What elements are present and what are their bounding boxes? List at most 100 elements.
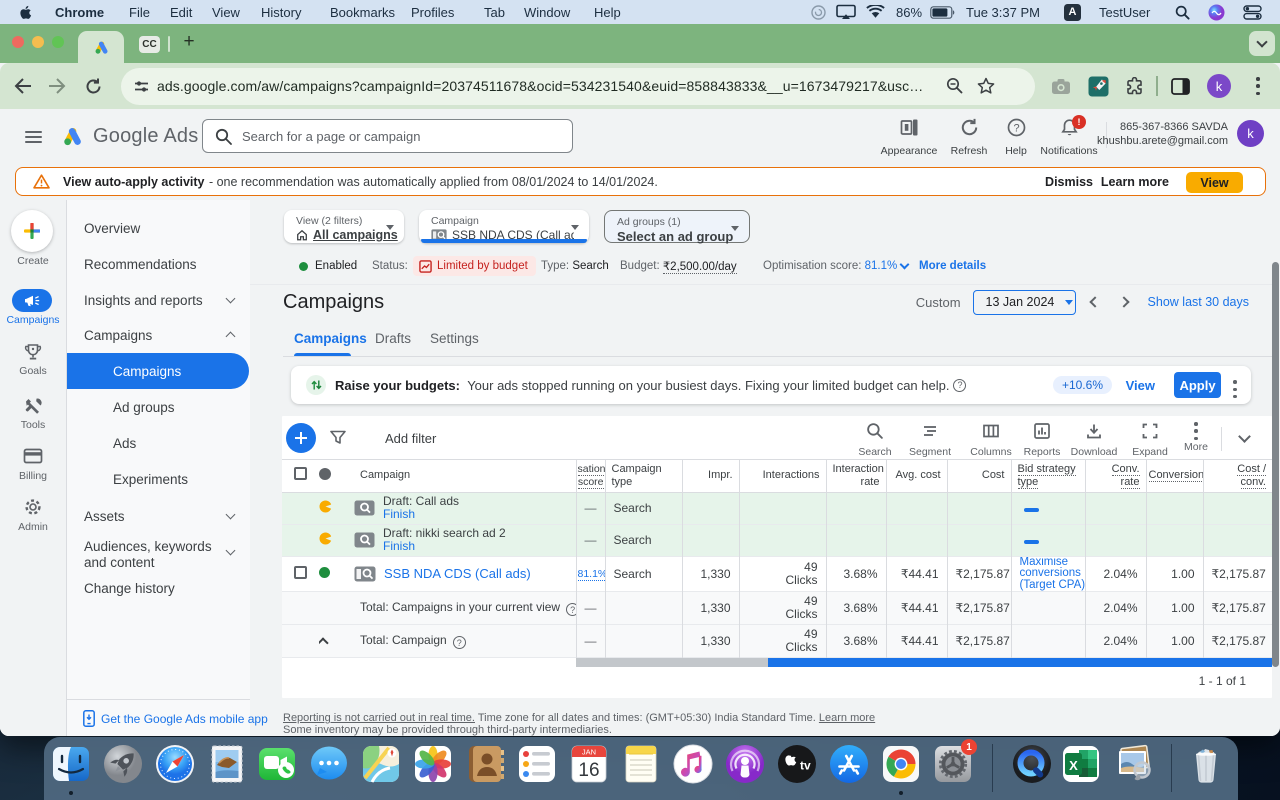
recommendation-view-link[interactable]: View	[1126, 378, 1155, 393]
date-picker[interactable]: 13 Jan 2024	[973, 290, 1076, 315]
dock-calendar-icon[interactable]: JAN16	[567, 742, 611, 786]
side-panel-icon[interactable]	[1165, 71, 1195, 101]
col-campaign-type[interactable]: Campaign type	[605, 460, 682, 492]
expand-button[interactable]: Expand	[1124, 422, 1176, 458]
url-text[interactable]: ads.google.com/aw/campaigns?campaignId=2…	[157, 78, 947, 94]
extensions-puzzle-icon[interactable]	[1119, 71, 1149, 101]
col-opt-score[interactable]: sationscore	[576, 460, 605, 492]
zoom-icon[interactable]	[939, 71, 969, 101]
active-pinned-tab[interactable]	[78, 31, 124, 63]
download-button[interactable]: Download	[1068, 422, 1120, 458]
reload-button[interactable]	[78, 71, 108, 101]
add-filter-label[interactable]: Add filter	[385, 431, 436, 446]
nav-recommendations[interactable]: Recommendations	[84, 257, 197, 272]
google-ads-logo[interactable]	[61, 125, 84, 153]
admin-gear-icon[interactable]	[23, 497, 43, 517]
col-conversions[interactable]: Conversions	[1146, 460, 1203, 492]
siri-icon[interactable]	[1208, 0, 1225, 24]
show-last-30-days-link[interactable]: Show last 30 days	[1148, 295, 1249, 309]
dock-maps-icon[interactable]	[359, 742, 403, 786]
prev-date-button[interactable]	[1089, 296, 1100, 307]
dock-appstore-icon[interactable]	[827, 742, 871, 786]
dock-reminders-icon[interactable]	[515, 742, 559, 786]
appearance-button[interactable]: Appearance	[877, 118, 941, 157]
campaign-name-link[interactable]: SSB NDA CDS (Call ads)	[384, 566, 531, 581]
learn-more-button[interactable]: Learn more	[1101, 175, 1169, 189]
create-button[interactable]	[11, 210, 53, 252]
table-horizontal-scrollbar[interactable]	[576, 658, 1272, 667]
dock-quicktime-icon[interactable]	[1010, 742, 1054, 786]
opt-score-value[interactable]: 81.1%	[578, 568, 606, 581]
recording-indicator-icon[interactable]	[810, 0, 827, 24]
bookmark-star-icon[interactable]	[971, 71, 1001, 101]
nav-experiments[interactable]: Experiments	[113, 472, 188, 487]
segment-button[interactable]: Segment	[904, 422, 956, 458]
finish-link[interactable]: Finish	[383, 540, 506, 553]
account-info[interactable]: 865-367-8366 SAVDA khushbu.arete@gmail.c…	[1097, 120, 1228, 148]
banner-view-button[interactable]: View	[1186, 172, 1243, 193]
menu-bookmarks[interactable]: Bookmarks	[330, 0, 395, 24]
tab-drafts[interactable]: Drafts	[375, 331, 411, 346]
next-date-button[interactable]	[1118, 296, 1129, 307]
forward-button[interactable]	[42, 71, 72, 101]
status-badge-wrap[interactable]: Limited by budget	[413, 256, 536, 276]
finish-link[interactable]: Finish	[383, 508, 459, 521]
table-search-button[interactable]: Search	[849, 422, 901, 458]
browser-profile-avatar[interactable]: k	[1207, 74, 1231, 98]
ad-group-dropdown[interactable]: Ad groups (1) Select an ad group	[604, 210, 750, 243]
col-interactions[interactable]: Interactions	[739, 460, 826, 492]
window-close-button[interactable]	[12, 36, 24, 48]
col-cost[interactable]: Cost	[947, 460, 1011, 492]
goals-trophy-icon[interactable]	[23, 342, 43, 362]
mobile-app-promo[interactable]: Get the Google Ads mobile app	[83, 710, 268, 727]
screenshot-camera-icon[interactable]	[1046, 71, 1076, 101]
menu-clock[interactable]: Tue 3:37 PM	[966, 0, 1040, 24]
nav-campaigns-selected[interactable]: Campaigns	[67, 353, 249, 389]
col-bid-strategy[interactable]: Bid strategytype	[1011, 460, 1085, 492]
reporting-link[interactable]: Reporting is not carried out in real tim…	[283, 712, 475, 724]
dismiss-button[interactable]: Dismiss	[1045, 175, 1093, 189]
window-minimize-button[interactable]	[32, 36, 44, 48]
pinned-tab-cc[interactable]: CC	[139, 36, 160, 53]
input-source-icon[interactable]: A	[1064, 0, 1081, 24]
dock-appletv-icon[interactable]: tv	[775, 742, 819, 786]
notifications-button[interactable]: Notifications	[1037, 118, 1101, 157]
nav-audiences[interactable]: Audiences, keywords and content	[84, 539, 222, 571]
tab-campaigns[interactable]: Campaigns	[294, 331, 367, 346]
campaigns-chevron-icon[interactable]	[226, 332, 236, 342]
menu-tab[interactable]: Tab	[484, 0, 505, 24]
billing-icon[interactable]	[23, 446, 43, 466]
nav-insights[interactable]: Insights and reports	[84, 293, 203, 308]
view-filter-dropdown[interactable]: View (2 filters) All campaigns	[284, 210, 404, 243]
wifi-icon[interactable]	[866, 0, 885, 24]
menu-app-name[interactable]: Chrome	[55, 0, 104, 24]
campaign-dropdown[interactable]: Campaign SSB NDA CDS (Call ads)	[419, 210, 589, 243]
filter-funnel-icon[interactable]	[330, 430, 346, 450]
dock-finder-icon[interactable]	[49, 742, 93, 786]
nav-overview[interactable]: Overview	[84, 221, 140, 236]
dock-launchpad-icon[interactable]	[101, 742, 145, 786]
menu-username[interactable]: TestUser	[1099, 0, 1150, 24]
header-search-box[interactable]: Search for a page or campaign	[202, 119, 573, 153]
main-menu-icon[interactable]	[25, 131, 42, 143]
dock-messages-icon[interactable]	[307, 742, 351, 786]
menu-profiles[interactable]: Profiles	[411, 0, 454, 24]
dock-excel-icon[interactable]: X	[1059, 742, 1103, 786]
dock-facetime-icon[interactable]	[255, 742, 299, 786]
tab-search-button[interactable]	[1249, 31, 1275, 56]
dock-chrome-icon[interactable]	[879, 742, 923, 786]
dock-podcasts-icon[interactable]	[723, 742, 767, 786]
dock-mail-icon[interactable]	[205, 742, 249, 786]
nav-assets[interactable]: Assets	[84, 509, 125, 524]
menu-history[interactable]: History	[261, 0, 301, 24]
dock-music-icon[interactable]	[671, 742, 715, 786]
col-interaction-rate[interactable]: Interaction rate	[826, 460, 886, 492]
window-zoom-button[interactable]	[52, 36, 64, 48]
more-details-link[interactable]: More details	[919, 256, 986, 276]
dock-notes-icon[interactable]	[619, 742, 663, 786]
table-more-button[interactable]: More	[1170, 422, 1222, 453]
table-row-draft-2[interactable]: Draft: nikki search ad 2Finish — Search	[282, 524, 1272, 556]
tools-icon[interactable]	[23, 396, 43, 416]
apple-menu-icon[interactable]	[20, 0, 33, 24]
total-help-icon[interactable]: ?	[453, 636, 466, 649]
